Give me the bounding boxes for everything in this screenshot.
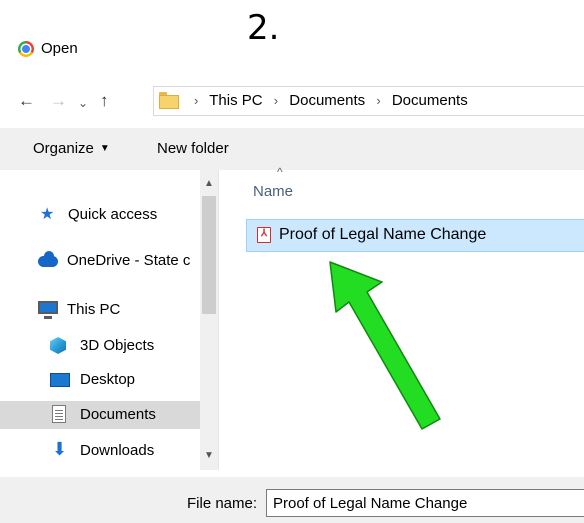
sort-caret-icon: ^	[277, 165, 283, 179]
organize-label: Organize	[33, 140, 94, 157]
computer-icon	[38, 301, 58, 319]
pane-divider[interactable]	[218, 170, 219, 470]
dialog-title: Open	[41, 40, 78, 57]
sidebar-item-label: 3D Objects	[80, 337, 155, 354]
download-icon: ⬇	[52, 439, 68, 459]
organize-button[interactable]: Organize ▼	[33, 140, 110, 158]
sidebar-item-quick-access[interactable]: ★ Quick access	[0, 201, 200, 229]
sidebar-item-3d-objects[interactable]: 3D Objects	[0, 332, 200, 360]
breadcrumb-separator: ›	[194, 93, 199, 108]
dropdown-caret-icon: ▼	[99, 143, 110, 154]
arrow-shape	[329, 261, 441, 430]
documents-icon	[52, 405, 66, 423]
pdf-icon: ⅄	[257, 227, 271, 243]
sidebar-item-this-pc[interactable]: This PC	[0, 296, 200, 324]
navigation-pane: ★ Quick access OneDrive - State c This P…	[0, 170, 218, 470]
star-icon: ★	[40, 206, 55, 223]
sidebar-item-label: This PC	[67, 301, 121, 318]
sidebar-item-downloads[interactable]: ⬇ Downloads	[0, 437, 200, 465]
scrollbar-thumb[interactable]	[202, 196, 216, 314]
column-header-name[interactable]: Name	[253, 183, 293, 200]
scroll-up-arrow-icon[interactable]: ▲	[204, 178, 214, 189]
sidebar-item-label: Desktop	[80, 371, 136, 388]
sidebar-item-documents[interactable]: Documents	[0, 401, 200, 429]
breadcrumb-documents[interactable]: Documents	[289, 92, 365, 109]
file-name-input[interactable]	[266, 489, 584, 517]
desktop-icon	[50, 373, 70, 387]
sidebar-item-label: Documents	[80, 406, 156, 423]
sidebar-item-label: Downloads	[80, 442, 155, 459]
sidebar-item-label: OneDrive - State c	[67, 252, 191, 269]
breadcrumb: › This PC › Documents › Documents	[187, 92, 468, 110]
cloud-icon	[38, 251, 58, 267]
file-name-label: File name:	[187, 495, 258, 512]
dialog-title-bar	[0, 36, 584, 66]
breadcrumb-separator: ›	[273, 93, 279, 108]
breadcrumb-separator: ›	[376, 93, 381, 108]
new-folder-button[interactable]: New folder	[157, 140, 229, 158]
scroll-down-arrow-icon[interactable]: ▼	[204, 450, 214, 461]
breadcrumb-documents-sub[interactable]: Documents	[392, 92, 468, 109]
cube-icon	[50, 337, 66, 354]
chrome-icon	[18, 41, 34, 57]
up-folder-arrow-icon[interactable]: ↑	[100, 90, 109, 112]
back-arrow-icon[interactable]: ←	[18, 90, 35, 112]
file-name-label: Proof of Legal Name Change	[279, 226, 487, 243]
sidebar-item-onedrive[interactable]: OneDrive - State c	[0, 247, 200, 275]
sidebar-item-label: Quick access	[68, 206, 158, 223]
folder-icon	[159, 92, 179, 109]
forward-arrow-icon[interactable]: →	[50, 90, 67, 112]
recent-locations-chevron-icon[interactable]: ⌄	[78, 92, 88, 114]
file-list-item[interactable]: ⅄ Proof of Legal Name Change	[246, 219, 584, 252]
sidebar-item-desktop[interactable]: Desktop	[0, 366, 200, 394]
breadcrumb-this-pc[interactable]: This PC	[209, 92, 262, 109]
